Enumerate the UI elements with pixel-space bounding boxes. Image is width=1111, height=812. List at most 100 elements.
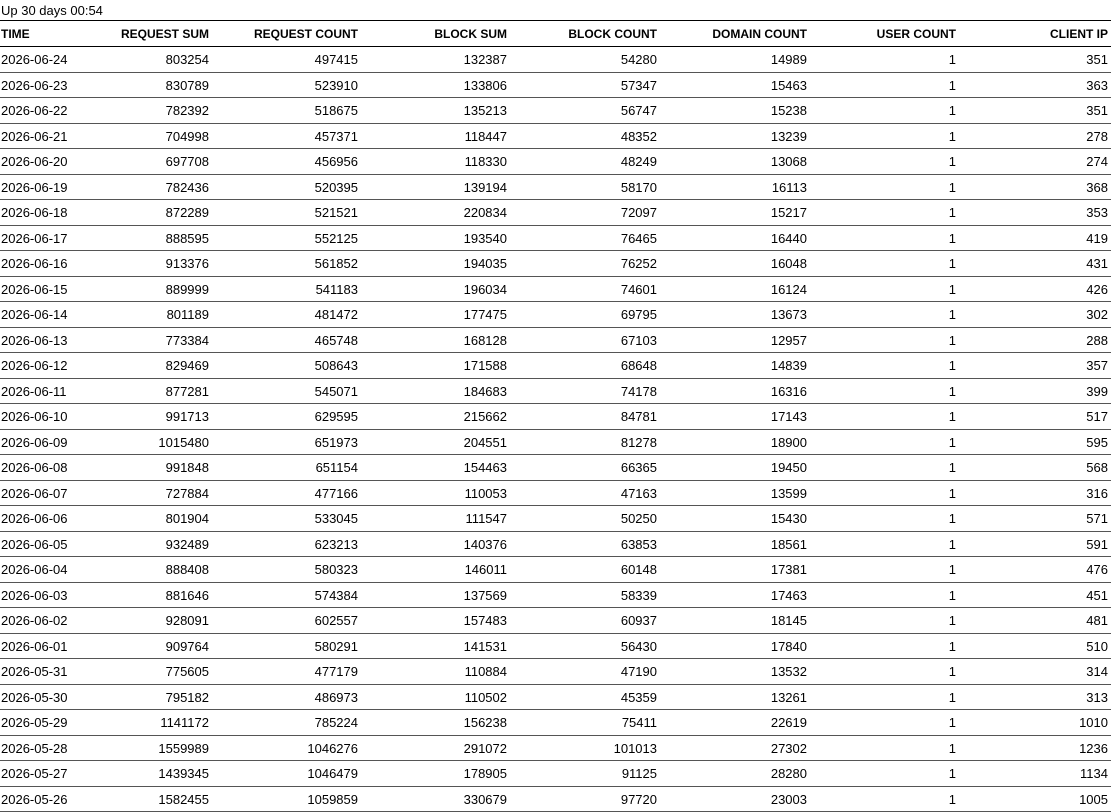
cell-request-sum: 704998 [73, 123, 212, 149]
cell-block-sum: 156238 [361, 709, 510, 736]
cell-request-count: 518675 [212, 97, 361, 124]
cell-request-sum: 803254 [73, 46, 212, 73]
cell-client-ip: 1005 [959, 786, 1111, 812]
cell-time: 2026-06-11 [0, 378, 73, 404]
table-row: 2026-05-27 1439345 1046479 178905 91125 28280… [0, 760, 1111, 787]
cell-time: 2026-06-02 [0, 607, 73, 634]
cell-domain-count: 14989 [660, 46, 810, 73]
cell-user-count: 1 [810, 607, 959, 634]
cell-user-count: 1 [810, 684, 959, 710]
cell-time: 2026-06-12 [0, 352, 73, 379]
cell-time: 2026-06-14 [0, 301, 73, 328]
cell-block-sum: 132387 [361, 46, 510, 73]
cell-domain-count: 19450 [660, 454, 810, 481]
cell-domain-count: 16316 [660, 378, 810, 404]
cell-time: 2026-06-08 [0, 454, 73, 481]
table-row: 2026-06-16 913376 561852 194035 76252 16048 1 4… [0, 250, 1111, 277]
cell-block-sum: 204551 [361, 429, 510, 455]
cell-request-sum: 697708 [73, 148, 212, 175]
cell-request-count: 602557 [212, 607, 361, 634]
cell-domain-count: 15463 [660, 72, 810, 98]
cell-request-count: 785224 [212, 709, 361, 736]
cell-user-count: 1 [810, 403, 959, 430]
cell-user-count: 1 [810, 633, 959, 659]
table-row: 2026-06-10 991713 629595 215662 84781 17143 1 5… [0, 403, 1111, 430]
cell-block-count: 72097 [510, 199, 660, 226]
cell-block-sum: 220834 [361, 199, 510, 226]
table-row: 2026-06-04 888408 580323 146011 60148 17381 1 4… [0, 556, 1111, 583]
table-row: 2026-06-15 889999 541183 196034 74601 16124 1 4… [0, 276, 1111, 302]
cell-request-count: 574384 [212, 582, 361, 608]
stats-table-header: TIME REQUEST SUM REQUEST COUNT BLOCK SUM BLO… [0, 20, 1111, 47]
cell-request-sum: 801189 [73, 301, 212, 328]
cell-block-sum: 111547 [361, 505, 510, 532]
cell-client-ip: 595 [959, 429, 1111, 455]
cell-time: 2026-05-30 [0, 684, 73, 710]
cell-client-ip: 476 [959, 556, 1111, 583]
cell-block-count: 84781 [510, 403, 660, 430]
cell-request-count: 457371 [212, 123, 361, 149]
cell-user-count: 1 [810, 276, 959, 302]
cell-domain-count: 16048 [660, 250, 810, 277]
cell-block-count: 68648 [510, 352, 660, 379]
cell-client-ip: 451 [959, 582, 1111, 608]
table-row: 2026-06-03 881646 574384 137569 58339 17463 1 4… [0, 582, 1111, 608]
cell-domain-count: 15430 [660, 505, 810, 532]
table-row: 2026-06-17 888595 552125 193540 76465 16440 1 4… [0, 225, 1111, 251]
cell-client-ip: 568 [959, 454, 1111, 481]
cell-user-count: 1 [810, 72, 959, 98]
cell-request-sum: 1559989 [73, 735, 212, 761]
cell-domain-count: 27302 [660, 735, 810, 761]
cell-user-count: 1 [810, 250, 959, 277]
cell-request-sum: 1582455 [73, 786, 212, 812]
cell-user-count: 1 [810, 225, 959, 251]
cell-request-sum: 881646 [73, 582, 212, 608]
cell-domain-count: 14839 [660, 352, 810, 379]
cell-block-count: 69795 [510, 301, 660, 328]
cell-block-count: 74178 [510, 378, 660, 404]
cell-time: 2026-06-24 [0, 46, 73, 73]
cell-domain-count: 16440 [660, 225, 810, 251]
table-row: 2026-06-14 801189 481472 177475 69795 13673 1 3… [0, 301, 1111, 328]
cell-request-sum: 909764 [73, 633, 212, 659]
cell-domain-count: 17381 [660, 556, 810, 583]
cell-request-count: 552125 [212, 225, 361, 251]
cell-time: 2026-06-07 [0, 480, 73, 506]
cell-request-count: 521521 [212, 199, 361, 226]
cell-client-ip: 351 [959, 97, 1111, 124]
cell-time: 2026-06-04 [0, 556, 73, 583]
cell-request-count: 477179 [212, 658, 361, 685]
cell-time: 2026-06-17 [0, 225, 73, 251]
table-row: 2026-06-22 782392 518675 135213 56747 15238 1 3… [0, 97, 1111, 124]
cell-request-count: 456956 [212, 148, 361, 175]
cell-block-count: 47190 [510, 658, 660, 685]
cell-client-ip: 363 [959, 72, 1111, 98]
cell-user-count: 1 [810, 327, 959, 353]
cell-request-count: 497415 [212, 46, 361, 73]
cell-client-ip: 1010 [959, 709, 1111, 736]
cell-block-count: 48249 [510, 148, 660, 175]
cell-domain-count: 17463 [660, 582, 810, 608]
cell-time: 2026-06-21 [0, 123, 73, 149]
table-row: 2026-06-19 782436 520395 139194 58170 16113 1 3… [0, 174, 1111, 200]
cell-block-sum: 194035 [361, 250, 510, 277]
cell-block-count: 56430 [510, 633, 660, 659]
cell-user-count: 1 [810, 429, 959, 455]
cell-domain-count: 13068 [660, 148, 810, 175]
cell-time: 2026-06-18 [0, 199, 73, 226]
column-header-time: TIME [0, 20, 73, 47]
cell-domain-count: 28280 [660, 760, 810, 787]
cell-request-count: 523910 [212, 72, 361, 98]
cell-request-count: 561852 [212, 250, 361, 277]
cell-request-count: 533045 [212, 505, 361, 532]
table-row: 2026-06-08 991848 651154 154463 66365 19450 1 5… [0, 454, 1111, 481]
cell-domain-count: 15238 [660, 97, 810, 124]
stats-table-body: 2026-06-24 803254 497415 132387 54280 14989 1 3… [0, 46, 1111, 812]
cell-block-sum: 137569 [361, 582, 510, 608]
cell-block-sum: 110884 [361, 658, 510, 685]
table-row: 2026-05-31 775605 477179 110884 47190 13532 1 3… [0, 658, 1111, 685]
cell-block-count: 45359 [510, 684, 660, 710]
cell-user-count: 1 [810, 454, 959, 481]
table-row: 2026-06-07 727884 477166 110053 47163 13599 1 3… [0, 480, 1111, 506]
cell-time: 2026-06-13 [0, 327, 73, 353]
